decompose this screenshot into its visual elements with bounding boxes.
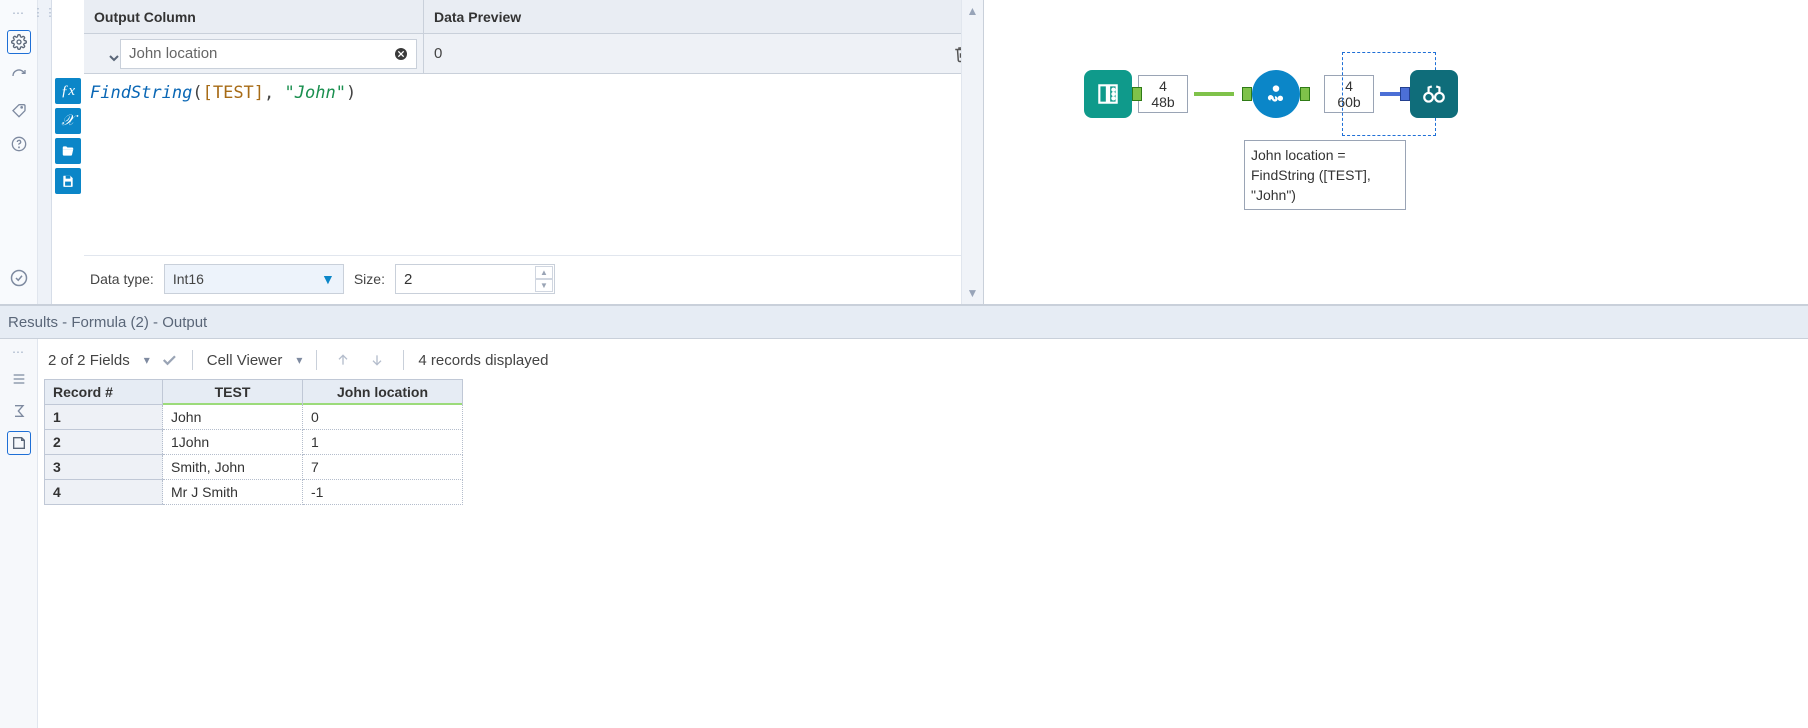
workflow-canvas[interactable]: 4 48b 4 60b John location = FindSt [984, 0, 1808, 304]
table-row[interactable]: 4 Mr J Smith -1 [45, 480, 463, 505]
size-input[interactable] [395, 264, 555, 294]
cell-loc: 1 [303, 430, 463, 455]
config-headers: Output Column Data Preview [84, 0, 983, 34]
editor-toolstrip: ƒx 𝒳 [52, 36, 84, 304]
cell-test: 1John [163, 430, 303, 455]
results-table: Record # TEST John location 1 John 0 2 1… [44, 379, 463, 505]
table-row[interactable]: 2 1John 1 [45, 430, 463, 455]
tag-icon[interactable] [7, 98, 31, 122]
fields-caret-icon[interactable]: ▾ [144, 353, 150, 367]
formula-config-panel: ⋮⋮ ƒx 𝒳 Output Column Data Preview [38, 0, 984, 304]
fx-button[interactable]: ƒx [55, 78, 81, 104]
connection-label-1: 4 48b [1138, 75, 1188, 113]
records-displayed: 4 records displayed [418, 352, 548, 369]
workflow-nodes: 4 48b 4 60b [1084, 70, 1458, 118]
cell-viewer-label[interactable]: Cell Viewer [207, 352, 283, 369]
col-test[interactable]: TEST [163, 380, 303, 405]
datatype-value: Int16 [173, 271, 204, 287]
connection-line-1 [1194, 92, 1234, 96]
header-data-preview: Data Preview [424, 0, 983, 33]
formula-tool-icon[interactable] [1252, 70, 1300, 118]
list-icon[interactable] [7, 367, 31, 391]
arrow-up-icon[interactable] [331, 352, 355, 368]
text-input-tool-icon[interactable] [1084, 70, 1132, 118]
results-icon-rail: ⋯ [0, 339, 38, 728]
formula-field: [TEST] [203, 83, 264, 103]
cell-record: 1 [45, 405, 163, 430]
table-header-row: Record # TEST John location [45, 380, 463, 405]
header-output-column: Output Column [84, 0, 424, 33]
variable-x-button[interactable]: 𝒳 [55, 108, 81, 134]
cell-test: Mr J Smith [163, 480, 303, 505]
formula-editor[interactable]: FindString([TEST], "John") [84, 74, 983, 255]
datatype-row: Data type: Int16 ▼ Size: ▲ ▼ [84, 255, 983, 304]
fields-check-icon[interactable] [160, 351, 178, 369]
size-step-up[interactable]: ▲ [535, 266, 553, 279]
table-row[interactable]: 1 John 0 [45, 405, 463, 430]
help-icon[interactable] [7, 132, 31, 156]
data-preview-cell: 0 [424, 34, 983, 73]
formula-func: FindString [90, 83, 192, 103]
cell-record: 3 [45, 455, 163, 480]
results-main: 2 of 2 Fields ▾ Cell Viewer ▾ 4 records … [38, 339, 1808, 728]
results-toolbar: 2 of 2 Fields ▾ Cell Viewer ▾ 4 records … [44, 343, 1808, 377]
gear-icon[interactable] [7, 30, 31, 54]
save-disk-icon[interactable] [55, 168, 81, 194]
cell-loc: 0 [303, 405, 463, 430]
table-row[interactable]: 3 Smith, John 7 [45, 455, 463, 480]
panel-gutter[interactable]: ⋮⋮ [38, 0, 52, 304]
cellviewer-caret-icon[interactable]: ▾ [296, 353, 302, 367]
cell-record: 2 [45, 430, 163, 455]
top-area: ⋯ ⋮⋮ ƒx 𝒳 [0, 0, 1808, 305]
dropdown-caret-icon: ▼ [321, 271, 335, 287]
cell-loc: -1 [303, 480, 463, 505]
datatype-select[interactable]: Int16 ▼ [164, 264, 344, 294]
data-preview-value: 0 [434, 45, 442, 62]
drag-dots: ⋯ [12, 6, 25, 20]
col-record[interactable]: Record # [45, 380, 163, 405]
results-area: ⋯ 2 of 2 Fields ▾ Cell Viewer ▾ [0, 339, 1808, 728]
formula-comma: , [264, 83, 284, 103]
refresh-icon[interactable] [7, 64, 31, 88]
scroll-up-icon[interactable]: ▲ [967, 0, 979, 22]
results-title: Results - Formula (2) - Output [8, 314, 207, 331]
size-step-down[interactable]: ▼ [535, 279, 553, 292]
output-row: 0 [84, 34, 983, 74]
conn1-bottom: 48b [1151, 94, 1174, 110]
datatype-label: Data type: [90, 271, 154, 287]
formula-open: ( [192, 83, 202, 103]
cell-test: Smith, John [163, 455, 303, 480]
formula-string: "John" [285, 83, 346, 103]
output-column-input[interactable] [120, 39, 417, 69]
output-column-input-wrap [84, 34, 424, 73]
toolbar-separator [316, 350, 317, 370]
config-vertical-scrollbar[interactable]: ▲ ▼ [961, 0, 983, 304]
cell-test: John [163, 405, 303, 430]
fields-summary[interactable]: 2 of 2 Fields [48, 352, 130, 369]
size-label: Size: [354, 271, 385, 287]
metadata-icon[interactable] [7, 431, 31, 455]
folder-open-icon[interactable] [55, 138, 81, 164]
check-circle-icon[interactable] [7, 266, 31, 290]
cell-loc: 7 [303, 455, 463, 480]
config-main: Output Column Data Preview 0 [84, 0, 983, 304]
cell-record: 4 [45, 480, 163, 505]
toolbar-separator [403, 350, 404, 370]
col-loc[interactable]: John location [303, 380, 463, 405]
conn1-top: 4 [1159, 78, 1167, 94]
browse-tool-icon[interactable] [1410, 70, 1458, 118]
results-titlebar: Results - Formula (2) - Output [0, 305, 1808, 339]
arrow-down-icon[interactable] [365, 352, 389, 368]
clear-input-icon[interactable] [391, 44, 411, 64]
scroll-down-icon[interactable]: ▼ [967, 282, 979, 304]
formula-node-caption: John location = FindString ([TEST], "Joh… [1244, 140, 1406, 210]
toolbar-separator [192, 350, 193, 370]
sigma-icon[interactable] [7, 399, 31, 423]
drag-dots: ⋯ [12, 345, 25, 359]
formula-close: ) [346, 83, 356, 103]
